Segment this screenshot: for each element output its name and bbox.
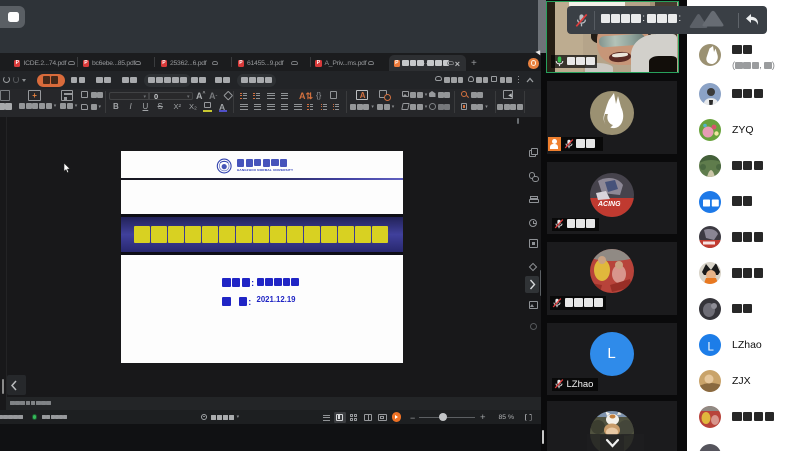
svg-text:L: L	[708, 342, 715, 354]
svg-text:ACING: ACING	[597, 201, 621, 208]
